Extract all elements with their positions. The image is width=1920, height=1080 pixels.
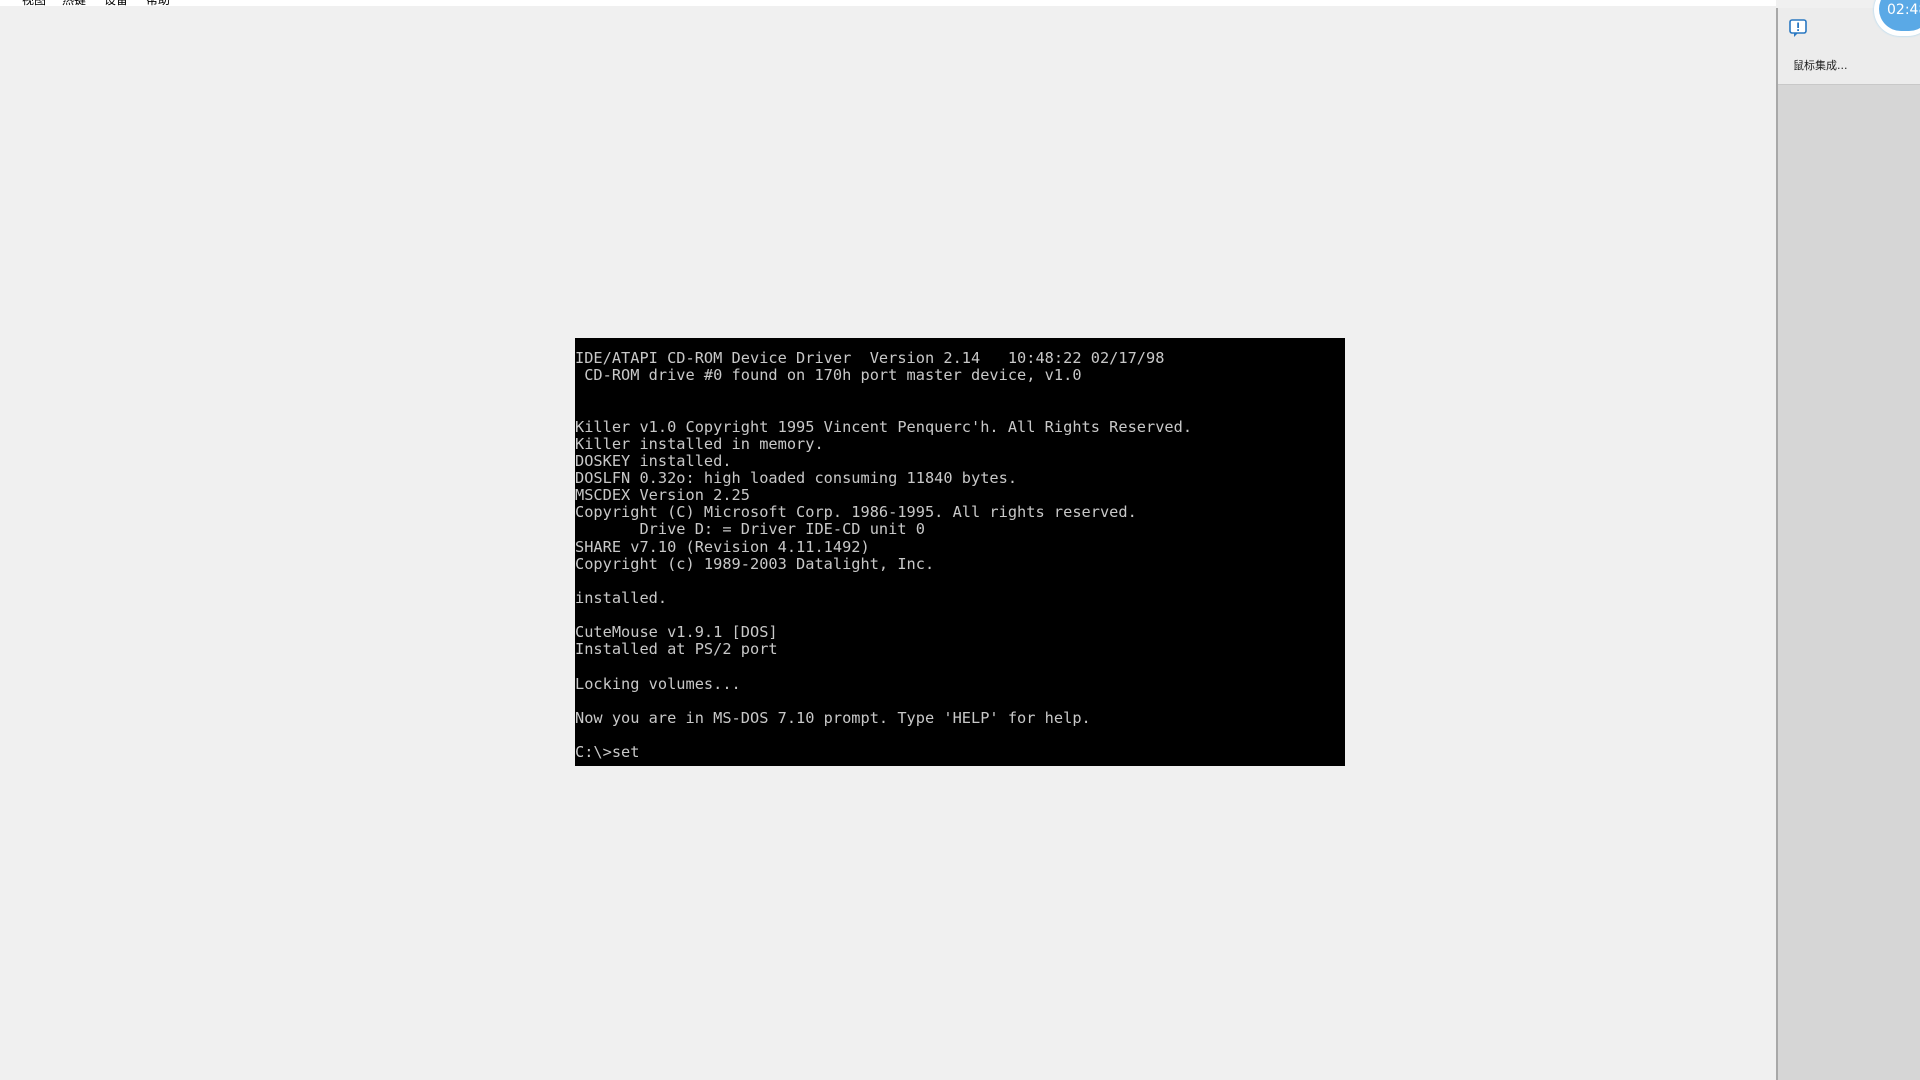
console-line: installed. [575, 588, 668, 607]
menu-bar: 视图 热键 设备 帮助 [0, 0, 1776, 6]
console-line: Copyright (C) Microsoft Corp. 1986-1995.… [575, 503, 1137, 522]
console-line: C:\>set [575, 743, 640, 762]
menu-item-hotkeys[interactable]: 热键 [62, 0, 86, 6]
menu-item-devices[interactable]: 设备 [104, 0, 128, 6]
console-line: Killer installed in memory. [575, 434, 824, 453]
console-line: Locking volumes... [575, 674, 741, 693]
console-line: MSCDEX Version 2.25 [575, 486, 750, 505]
console-line: Installed at PS/2 port [575, 640, 778, 659]
console-line: Copyright (c) 1989-2003 Datalight, Inc. [575, 554, 935, 573]
console-line: SHARE v7.10 (Revision 4.11.1492) [575, 537, 870, 556]
console-line: Killer v1.0 Copyright 1995 Vincent Penqu… [575, 417, 1193, 436]
clock-time: 02:48 [1887, 2, 1920, 18]
side-panel: 鼠标集成... [1776, 8, 1920, 1080]
console-line: Drive D: = Driver IDE-CD unit 0 [575, 520, 925, 539]
mouse-integration-link[interactable]: 鼠标集成... [1793, 57, 1848, 73]
vm-screen[interactable]: IDE/ATAPI CD-ROM Device Driver Version 2… [575, 338, 1345, 766]
console-line: CD-ROM drive #0 found on 170h port maste… [575, 366, 1082, 385]
console-line: DOSKEY installed. [575, 451, 732, 470]
menu-item-view[interactable]: 视图 [22, 0, 46, 6]
console-line: Now you are in MS-DOS 7.10 prompt. Type … [575, 708, 1091, 727]
feedback-icon[interactable] [1788, 18, 1808, 38]
console-line: DOSLFN 0.32o: high loaded consuming 1184… [575, 468, 1018, 487]
clock-circle: 02:48 [1879, 0, 1920, 31]
console-line: IDE/ATAPI CD-ROM Device Driver Version 2… [575, 349, 1165, 367]
dos-console-output: IDE/ATAPI CD-ROM Device Driver Version 2… [575, 349, 1193, 762]
console-line: CuteMouse v1.9.1 [DOS] [575, 623, 778, 642]
menu-item-help[interactable]: 帮助 [146, 0, 170, 6]
